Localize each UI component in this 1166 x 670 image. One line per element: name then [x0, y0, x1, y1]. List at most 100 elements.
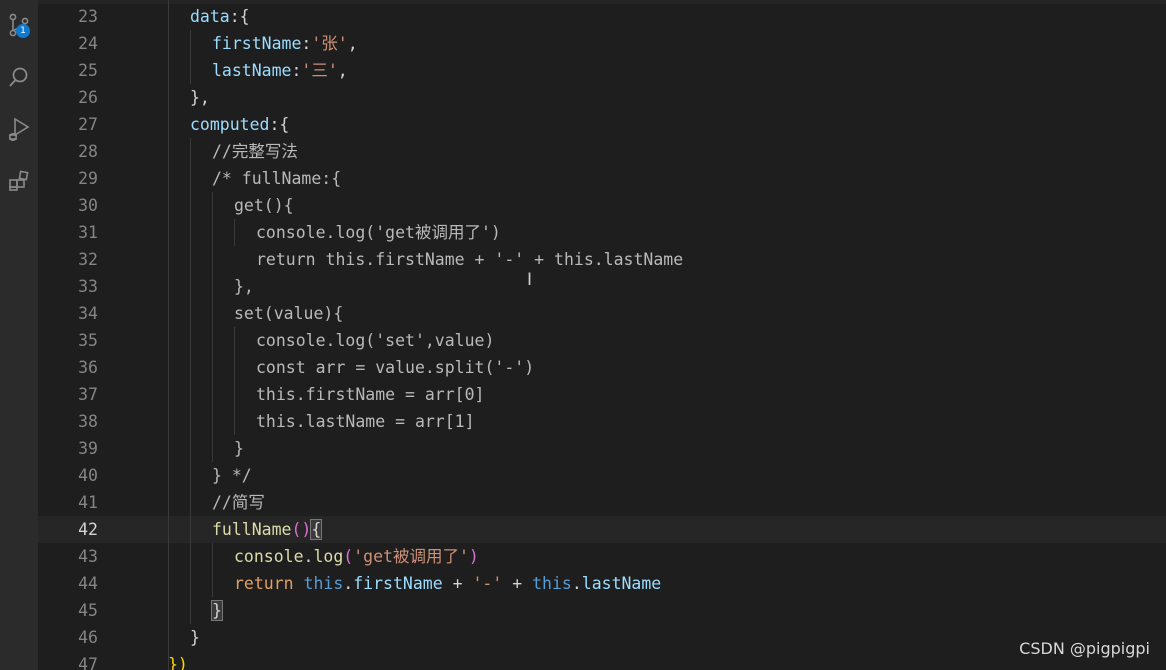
code-line[interactable]: 25 lastName:'三',	[38, 57, 1166, 84]
search-icon[interactable]	[2, 60, 36, 94]
code-text[interactable]: /* fullName:{	[212, 165, 341, 192]
code-text[interactable]: return this.firstName + '-' + this.lastN…	[256, 246, 683, 273]
code-text[interactable]: this.firstName = arr[0]	[256, 381, 484, 408]
code-token: })	[168, 655, 188, 670]
code-token: '张'	[311, 34, 348, 53]
code-text[interactable]: const arr = value.split('-')	[256, 354, 534, 381]
indent-guide	[212, 543, 213, 597]
code-text[interactable]: },	[190, 84, 210, 111]
code-line[interactable]: 37 this.firstName = arr[0]	[38, 381, 1166, 408]
line-number: 43	[78, 547, 98, 566]
code-line[interactable]: 24 firstName:'张',	[38, 30, 1166, 57]
code-line[interactable]: 36 const arr = value.split('-')	[38, 354, 1166, 381]
code-text[interactable]: console.log('set',value)	[256, 327, 494, 354]
code-token: fullName	[212, 520, 292, 539]
code-token: return	[234, 574, 294, 593]
code-token: '三'	[301, 61, 338, 80]
indent-guide	[190, 30, 191, 84]
run-debug-icon[interactable]	[2, 112, 36, 146]
code-token: //简写	[212, 493, 265, 512]
code-line[interactable]: 35 console.log('set',value)	[38, 327, 1166, 354]
line-number: 37	[78, 385, 98, 404]
code-line[interactable]: 45}	[38, 597, 1166, 624]
code-text[interactable]: console.log('get被调用了')	[256, 219, 501, 246]
line-number: 41	[78, 493, 98, 512]
code-text[interactable]: data:{	[190, 3, 250, 30]
code-text[interactable]: firstName:'张',	[212, 30, 358, 57]
code-text[interactable]: },	[234, 273, 254, 300]
code-text[interactable]: } */	[212, 462, 252, 489]
code-token: +	[442, 574, 473, 593]
code-text[interactable]: })	[168, 651, 188, 670]
code-line[interactable]: 39}	[38, 435, 1166, 462]
code-token: lastName	[581, 574, 662, 593]
code-line[interactable]: 42 fullName(){	[38, 516, 1166, 543]
code-token: /* fullName:{	[212, 169, 342, 188]
line-number: 28	[78, 142, 98, 161]
code-text[interactable]: return this.firstName + '-' + this.lastN…	[234, 570, 661, 597]
code-token: .	[571, 574, 582, 593]
code-line[interactable]: 29 /* fullName:{	[38, 165, 1166, 192]
code-token: ,	[337, 61, 348, 80]
code-text[interactable]: get(){	[234, 192, 294, 219]
extensions-icon[interactable]	[2, 164, 36, 198]
code-token: console.log('set',value)	[256, 331, 495, 350]
watermark: CSDN @pigpigpi	[1019, 639, 1150, 658]
code-token: .	[343, 574, 354, 593]
code-line[interactable]: 44 return this.firstName + '-' + this.las…	[38, 570, 1166, 597]
line-number: 30	[78, 196, 98, 215]
code-token: :	[291, 61, 302, 80]
code-text[interactable]: }	[234, 435, 244, 462]
code-line[interactable]: 27 computed:{	[38, 111, 1166, 138]
code-token: ()	[291, 520, 312, 539]
line-number: 26	[78, 88, 98, 107]
code-token: :{	[269, 115, 290, 134]
code-text[interactable]: //完整写法	[212, 138, 298, 165]
code-line[interactable]: 41 //简写	[38, 489, 1166, 516]
code-token: console	[234, 547, 304, 566]
code-line[interactable]: 46}	[38, 624, 1166, 651]
code-line[interactable]: 28 //完整写法	[38, 138, 1166, 165]
code-line[interactable]: 31 console.log('get被调用了')	[38, 219, 1166, 246]
code-text[interactable]: computed:{	[190, 111, 289, 138]
code-line[interactable]: 26},	[38, 84, 1166, 111]
indent-guide	[234, 219, 235, 246]
code-text[interactable]: lastName:'三',	[212, 57, 348, 84]
code-line[interactable]: 30 get(){	[38, 192, 1166, 219]
code-line[interactable]: 32 return this.firstName + '-' + this.las…	[38, 246, 1166, 273]
code-line[interactable]: 40 } */	[38, 462, 1166, 489]
code-token: const arr = value.split('-')	[256, 358, 535, 377]
code-token: ,	[347, 34, 358, 53]
code-token: this	[303, 574, 344, 593]
code-text[interactable]: set(value){	[234, 300, 343, 327]
activity-bar: 1	[0, 0, 38, 670]
code-token: this.firstName = arr[0]	[256, 385, 485, 404]
line-number: 38	[78, 412, 98, 431]
code-line[interactable]: 47})	[38, 651, 1166, 670]
line-number: 47	[78, 655, 98, 670]
code-token: +	[502, 574, 533, 593]
code-editor[interactable]: 23 data:{24 firstName:'张', 25 lastName:'三', 2…	[38, 0, 1166, 670]
code-text[interactable]: console.log('get被调用了')	[234, 543, 479, 570]
code-line[interactable]: 43 console.log('get被调用了')	[38, 543, 1166, 570]
line-number: 31	[78, 223, 98, 242]
code-line[interactable]: 34 set(value){	[38, 300, 1166, 327]
code-line[interactable]: 33},	[38, 273, 1166, 300]
code-line[interactable]: 23 data:{	[38, 3, 1166, 30]
code-token: } */	[212, 466, 252, 485]
code-line[interactable]: 38 this.lastName = arr[1]	[38, 408, 1166, 435]
code-text[interactable]: }	[211, 597, 223, 624]
indent-guide	[234, 327, 235, 435]
code-text[interactable]: //简写	[212, 489, 265, 516]
code-token: return this.firstName + '-' + this.lastN…	[256, 250, 684, 269]
code-token: firstName	[212, 34, 302, 53]
line-number: 44	[78, 574, 98, 593]
code-text[interactable]: }	[190, 624, 200, 651]
line-number: 40	[78, 466, 98, 485]
code-text[interactable]: fullName(){	[212, 516, 323, 543]
line-number: 39	[78, 439, 98, 458]
line-number: 24	[78, 34, 98, 53]
code-token: firstName	[353, 574, 443, 593]
code-text[interactable]: this.lastName = arr[1]	[256, 408, 475, 435]
